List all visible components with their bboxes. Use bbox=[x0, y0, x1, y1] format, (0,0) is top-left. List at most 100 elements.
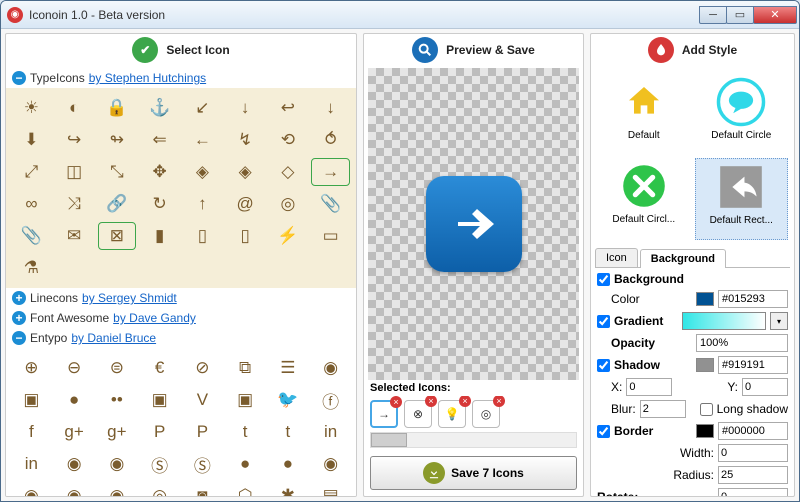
radius-input[interactable] bbox=[718, 466, 788, 484]
icon-arrow-hook-left[interactable]: ↩ bbox=[269, 94, 308, 122]
icon-zigzag[interactable]: ↯ bbox=[226, 126, 265, 154]
icon-vimeo[interactable]: V bbox=[183, 386, 222, 414]
icon-minus-circle[interactable]: ⊖ bbox=[55, 354, 94, 382]
icon-diamond-right[interactable]: ◈ bbox=[226, 158, 265, 186]
icon-clip[interactable]: 📎 bbox=[12, 222, 51, 250]
close-button[interactable]: ✕ bbox=[753, 6, 797, 24]
remove-icon[interactable]: × bbox=[493, 396, 505, 407]
icon-dropbox[interactable]: ⬡ bbox=[226, 482, 265, 496]
x-input[interactable] bbox=[626, 378, 672, 396]
icon-evernote[interactable]: ✱ bbox=[269, 482, 308, 496]
icon-stumble[interactable]: Ⓢ bbox=[183, 450, 222, 478]
icon-euro-circle[interactable]: € bbox=[140, 354, 179, 382]
icon-target[interactable]: ◎ bbox=[269, 190, 308, 218]
icon-gplus-box[interactable]: g+ bbox=[55, 418, 94, 446]
icon-move[interactable]: ✥ bbox=[140, 158, 179, 186]
icon-flickr-box[interactable]: ▣ bbox=[12, 386, 51, 414]
icon-arrow-back[interactable]: ← bbox=[183, 126, 222, 154]
icon-twitter-box[interactable]: ▣ bbox=[226, 386, 265, 414]
icon-arrow-right[interactable]: → bbox=[311, 158, 350, 186]
icon-sun[interactable]: ☀ bbox=[12, 94, 51, 122]
icon-tumblr[interactable]: t bbox=[269, 418, 308, 446]
icon-arrow-down[interactable]: ↓ bbox=[226, 94, 265, 122]
icon-dribbble[interactable]: ◉ bbox=[98, 450, 137, 478]
icon-refresh[interactable]: ↻ bbox=[140, 190, 179, 218]
tab-background[interactable]: Background bbox=[640, 249, 726, 268]
tab-icon[interactable]: Icon bbox=[595, 248, 638, 267]
icon-pinterest-box[interactable]: P bbox=[140, 418, 179, 446]
icon-pinterest[interactable]: P bbox=[183, 418, 222, 446]
preview-canvas[interactable] bbox=[368, 68, 579, 380]
style-preset[interactable]: Default Circl... bbox=[597, 158, 691, 240]
icon-stack[interactable]: ☰ bbox=[269, 354, 308, 382]
icon-no-circle[interactable]: ⊘ bbox=[183, 354, 222, 382]
icon-pack-scroll[interactable]: −TypeIcons by Stephen Hutchings☀◐🔒⚓↙↓↩↓⬇… bbox=[6, 68, 356, 496]
icon-copy[interactable]: ⧉ bbox=[226, 354, 265, 382]
icon-redo-alt[interactable]: ↪ bbox=[55, 126, 94, 154]
icon-link[interactable]: 🔗 bbox=[98, 190, 137, 218]
icon-target[interactable]: ◎ bbox=[140, 482, 179, 496]
icon-battery-charge[interactable]: ⚡ bbox=[269, 222, 308, 250]
icon-flask[interactable]: ⚗ bbox=[12, 254, 51, 282]
icon-diamond-alt[interactable]: ◇ bbox=[269, 158, 308, 186]
icon-collapse[interactable]: ⤡ bbox=[98, 158, 137, 186]
icon-lastfm-box[interactable]: ● bbox=[226, 450, 265, 478]
pack-author-link[interactable]: by Daniel Bruce bbox=[71, 331, 156, 345]
icon-linkedin-box[interactable]: in bbox=[311, 418, 350, 446]
pack-header[interactable]: −TypeIcons by Stephen Hutchings bbox=[6, 68, 356, 88]
icon-arrow-up[interactable]: ↑ bbox=[183, 190, 222, 218]
long-shadow-checkbox[interactable] bbox=[700, 403, 713, 416]
pack-author-link[interactable]: by Stephen Hutchings bbox=[89, 71, 206, 85]
icon-battery-low[interactable]: ▯ bbox=[226, 222, 265, 250]
icon-spotify-box[interactable]: ◉ bbox=[55, 482, 94, 496]
icon-mail[interactable]: ✉ bbox=[55, 222, 94, 250]
icon-arrow-down-left[interactable]: ↙ bbox=[183, 94, 222, 122]
opacity-input[interactable] bbox=[696, 334, 788, 352]
shadow-swatch[interactable] bbox=[696, 358, 714, 372]
icon-flickr[interactable]: ● bbox=[55, 386, 94, 414]
icon-lock[interactable]: 🔒 bbox=[98, 94, 137, 122]
shadow-input[interactable] bbox=[718, 356, 788, 374]
pack-header[interactable]: −Entypo by Daniel Bruce bbox=[6, 328, 356, 348]
icon-lastfm[interactable]: ● bbox=[269, 450, 308, 478]
width-input[interactable] bbox=[718, 444, 788, 462]
gradient-preview[interactable] bbox=[682, 312, 766, 330]
icon-twitter[interactable]: 🐦 bbox=[269, 386, 308, 414]
icon-anchor[interactable]: ⚓ bbox=[140, 94, 179, 122]
icon-flickr-dots[interactable]: •• bbox=[98, 386, 137, 414]
style-preset[interactable]: Default bbox=[597, 74, 691, 154]
pack-header[interactable]: +Font Awesome by Dave Gandy bbox=[6, 308, 356, 328]
icon-diamond-left[interactable]: ◈ bbox=[183, 158, 222, 186]
icon-loop[interactable]: ⟲ bbox=[269, 126, 308, 154]
pack-author-link[interactable]: by Dave Gandy bbox=[113, 311, 196, 325]
icon-instagram[interactable]: ◙ bbox=[183, 482, 222, 496]
selected-icon[interactable]: ⊗× bbox=[404, 400, 432, 428]
icon-refresh-alt[interactable]: ⥀ bbox=[311, 126, 350, 154]
icon-expand[interactable]: ⤢ bbox=[12, 158, 51, 186]
pack-header[interactable]: +Linecons by Sergey Shmidt bbox=[6, 288, 356, 308]
icon-linkedin[interactable]: in bbox=[12, 450, 51, 478]
icon-arrow-back-left[interactable]: ⇐ bbox=[140, 126, 179, 154]
icon-dribbble-box[interactable]: ◉ bbox=[55, 450, 94, 478]
icon-arrow-down-thick[interactable]: ⬇ bbox=[12, 126, 51, 154]
selected-icon[interactable]: ◎× bbox=[472, 400, 500, 428]
icon-infinity-box[interactable]: ∞ bbox=[12, 190, 51, 218]
icon-facebook-circle[interactable]: ⓕ bbox=[311, 386, 350, 414]
icon-shuffle[interactable]: ⤨ bbox=[55, 190, 94, 218]
remove-icon[interactable]: × bbox=[459, 396, 471, 407]
icon-redo[interactable]: ↬ bbox=[98, 126, 137, 154]
selected-icon[interactable]: →× bbox=[370, 400, 398, 428]
border-input[interactable] bbox=[718, 422, 788, 440]
icon-facebook-box[interactable]: f bbox=[12, 418, 51, 446]
gradient-checkbox[interactable] bbox=[597, 315, 610, 328]
maximize-button[interactable]: ▭ bbox=[726, 6, 754, 24]
style-preset[interactable]: Default Rect... bbox=[695, 158, 789, 240]
icon-arrow-down-thin[interactable]: ↓ bbox=[311, 94, 350, 122]
icon-crop[interactable]: ◫ bbox=[55, 158, 94, 186]
icon-close-box[interactable]: ⊠ bbox=[98, 222, 137, 250]
icon-rdio-box[interactable]: ◉ bbox=[311, 450, 350, 478]
icon-battery-mid[interactable]: ▯ bbox=[183, 222, 222, 250]
icon-battery-full[interactable]: ▮ bbox=[140, 222, 179, 250]
icon-contrast[interactable]: ◐ bbox=[55, 94, 94, 122]
icon-rdio[interactable]: ◉ bbox=[12, 482, 51, 496]
